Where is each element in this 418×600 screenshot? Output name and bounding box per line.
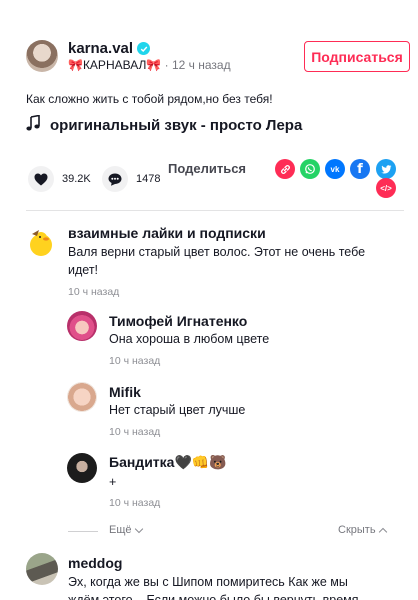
divider bbox=[26, 210, 404, 211]
music-title[interactable]: оригинальный звук - просто Лера bbox=[50, 117, 302, 134]
post-time: 12 ч назад bbox=[172, 58, 231, 72]
chevron-down-icon bbox=[134, 524, 143, 533]
chevron-up-icon bbox=[378, 527, 387, 536]
verified-icon bbox=[137, 42, 151, 55]
embed-icon[interactable]: </> bbox=[376, 178, 396, 198]
author-name-row[interactable]: karna.val bbox=[68, 40, 151, 57]
author-avatar[interactable] bbox=[26, 40, 58, 72]
comment-stat[interactable]: 1478 bbox=[102, 166, 160, 192]
comment-count: 1478 bbox=[136, 173, 161, 185]
reply-avatar[interactable] bbox=[67, 453, 97, 483]
reply-avatar[interactable] bbox=[67, 311, 97, 341]
heart-icon[interactable] bbox=[28, 166, 54, 192]
more-divider bbox=[68, 531, 98, 532]
reply-author[interactable]: Тимофей Игнатенко bbox=[109, 313, 247, 329]
commenter-avatar[interactable] bbox=[26, 553, 58, 585]
reply-author[interactable]: Бандитка🖤👊🐻 bbox=[109, 454, 227, 471]
share-label: Поделиться bbox=[168, 161, 247, 176]
reply-time: 10 ч назад bbox=[109, 355, 161, 367]
comment-time: 10 ч назад bbox=[68, 286, 120, 298]
comment-text: Эх, когда же вы с Шипом помиритесь Как ж… bbox=[68, 575, 359, 600]
view-more-replies-button[interactable]: Ещё bbox=[109, 524, 143, 536]
reply-avatar[interactable] bbox=[67, 382, 97, 412]
reply-text: + bbox=[109, 475, 117, 489]
post-description: Как сложно жить с тобой рядом,но без теб… bbox=[26, 92, 273, 106]
music-row[interactable]: оригинальный звук - просто Лера bbox=[26, 114, 302, 135]
author-name[interactable]: karna.val bbox=[68, 40, 133, 57]
like-count: 39.2K bbox=[62, 173, 91, 185]
commenter-avatar[interactable] bbox=[26, 226, 58, 258]
twitter-icon[interactable] bbox=[376, 159, 396, 179]
whatsapp-icon[interactable] bbox=[300, 159, 320, 179]
hide-replies-button[interactable]: Скрыть bbox=[338, 524, 387, 536]
music-note-icon bbox=[26, 114, 40, 135]
reply-author[interactable]: Mifik bbox=[109, 384, 141, 400]
author-subtitle-row: 🎀КАРНАВАЛ🎀 · 12 ч назад bbox=[68, 58, 231, 72]
vk-icon[interactable]: vk bbox=[325, 159, 345, 179]
comment-author[interactable]: взаимные лайки и подписки bbox=[68, 225, 266, 241]
link-icon[interactable] bbox=[275, 159, 295, 179]
comment-icon[interactable] bbox=[102, 166, 128, 192]
reply-time: 10 ч назад bbox=[109, 497, 161, 509]
duck-avatar-icon bbox=[30, 230, 52, 256]
comment-author[interactable]: meddog bbox=[68, 555, 122, 571]
author-subtitle: 🎀КАРНАВАЛ🎀 bbox=[68, 58, 162, 72]
like-stat[interactable]: 39.2K bbox=[28, 166, 91, 192]
follow-button[interactable]: Подписаться bbox=[304, 41, 410, 72]
reply-text: Нет старый цвет лучше bbox=[109, 403, 246, 417]
comment-text: Валя верни старый цвет волос. Этот не оч… bbox=[68, 245, 366, 277]
reply-text: Она хороша в любом цвете bbox=[109, 332, 270, 346]
reply-time: 10 ч назад bbox=[109, 426, 161, 438]
facebook-icon[interactable]: f bbox=[350, 159, 370, 179]
